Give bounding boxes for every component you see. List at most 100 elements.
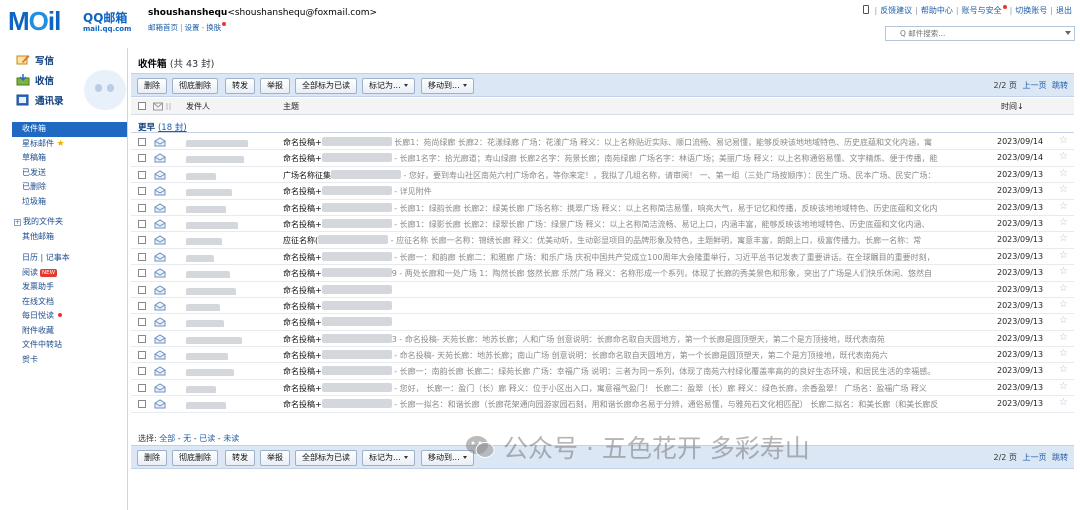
qq-mail-logo[interactable]: MOil QQ邮箱 mail.qq.com	[8, 6, 138, 38]
logout-link[interactable]: 退出	[1056, 6, 1072, 15]
star-icon[interactable]: ☆	[1059, 151, 1068, 162]
forward-button[interactable]: 转发	[225, 450, 255, 466]
mail-checkbox[interactable]	[138, 318, 146, 327]
mail-sender[interactable]	[186, 268, 276, 279]
folder-other-mailboxes[interactable]: 其他邮箱	[12, 230, 127, 245]
mail-row[interactable]: 命名投稿+ - 长廊1：绿韵长廊 长廊2：绿美长廊 广场名称：携翠广场 释义：以…	[131, 200, 1074, 216]
my-folders-toggle[interactable]: + 我的文件夹	[12, 215, 127, 230]
mail-row[interactable]: 命名投稿+ 长廊1：苑尚绿廊 长廊2：花漾绿廊 广场：花漾广场 释义：以上名称贴…	[131, 134, 1074, 151]
mail-checkbox[interactable]	[138, 351, 146, 360]
mail-row[interactable]: 命名投稿+ - 长廊1名字：拾光廊道；寿山绿廊 长廊2名字：苑景长廊；南苑绿廊 …	[131, 150, 1074, 167]
jump-page-link[interactable]: 跳转	[1052, 453, 1068, 462]
mail-subject[interactable]: 命名投稿+ - 长廊一拟名：和谐长廊（长廊花架通向园游家园石刻，用和谐长廊命名易…	[283, 399, 995, 410]
attachment-favorites-link[interactable]: 附件收藏	[12, 324, 127, 339]
greeting-cards-link[interactable]: 贺卡	[12, 353, 127, 368]
mail-row[interactable]: 命名投稿+ - 长廊一拟名：和谐长廊（长廊花架通向园游家园石刻，用和谐长廊命名易…	[131, 396, 1074, 413]
compose-button[interactable]: 写信	[16, 52, 54, 68]
mail-subject[interactable]: 命名投稿+ 3 - 命名投稿- 天苑长廊：地苏长廊；人和广场 创意说明：长廊命名取…	[283, 333, 995, 345]
skin-link[interactable]: 换肤	[206, 23, 221, 32]
settings-link[interactable]: 设置	[185, 23, 200, 32]
select-all-checkbox[interactable]	[138, 102, 146, 110]
mail-subject[interactable]: 命名投稿+	[283, 300, 995, 312]
delete-button[interactable]: 删除	[137, 78, 167, 94]
mail-row[interactable]: 命名投稿+ - 长廊1：绿影长廊 长廊2：绿翠长廊 广场：绿景广场 释义：以上名…	[131, 216, 1074, 233]
folder-starred[interactable]: 星标邮件 ★	[12, 137, 127, 152]
select-unread-link[interactable]: 未读	[223, 434, 239, 443]
help-link[interactable]: 帮助中心	[921, 6, 953, 15]
mail-checkbox[interactable]	[138, 170, 146, 179]
mail-sender[interactable]	[186, 383, 276, 393]
feedback-link[interactable]: 反馈建议	[880, 6, 912, 15]
mail-sender[interactable]	[186, 317, 276, 328]
mark-as-dropdown[interactable]: 标记为...	[362, 78, 415, 94]
mail-row[interactable]: 命名投稿+ - 长廊一：和韵廊 长廊二：和雅廊 广场：和乐广场 庆祝中国共产党成…	[131, 249, 1074, 266]
mail-checkbox[interactable]	[138, 138, 146, 146]
mail-checkbox[interactable]	[138, 367, 146, 376]
mail-sender[interactable]	[186, 186, 276, 197]
mail-subject[interactable]: 命名投稿+ - 长廊1名字：拾光廊道；寿山绿廊 长廊2名字：苑景长廊；南苑绿廊 …	[283, 153, 995, 164]
contacts-button[interactable]: 通讯录	[16, 92, 64, 108]
mail-checkbox[interactable]	[138, 236, 146, 245]
switch-account-link[interactable]: 切换账号	[1015, 6, 1047, 15]
mail-row[interactable]: 广场名称征集 - 您好，要到寿山社区南苑六村广场命名，等你来定！，我拟了几组名称…	[131, 167, 1074, 184]
mark-as-dropdown[interactable]: 标记为...	[362, 450, 415, 466]
mail-sender[interactable]	[186, 334, 276, 344]
star-icon[interactable]: ☆	[1059, 283, 1068, 294]
mail-sender[interactable]	[186, 219, 276, 229]
mail-search[interactable]	[885, 26, 1075, 41]
folder-sent[interactable]: 已发送	[12, 166, 127, 181]
invoice-assistant-link[interactable]: 发票助手	[12, 280, 127, 295]
mail-subject[interactable]: 应征名称( - 应征名称 长廊一名称：锦绣长廊 释义：优美动听，生动彰显项目的品…	[283, 235, 995, 246]
mail-checkbox[interactable]	[138, 154, 146, 163]
star-icon[interactable]: ☆	[1059, 332, 1068, 343]
mail-subject[interactable]: 命名投稿+ - 命名投稿- 天苑长廊：地苏长廊；南山广场 创意说明：长廊命名取自…	[283, 350, 995, 361]
mail-row[interactable]: 命名投稿+ 2023/09/13 ☆	[131, 314, 1074, 331]
mail-checkbox[interactable]	[138, 285, 146, 294]
column-time[interactable]: 时间↓	[1001, 101, 1024, 112]
mail-checkbox[interactable]	[138, 334, 146, 343]
star-icon[interactable]: ☆	[1059, 184, 1068, 195]
mail-checkbox[interactable]	[138, 219, 146, 228]
mail-sender[interactable]	[186, 285, 276, 295]
select-read-link[interactable]: 已读	[199, 434, 215, 443]
search-input[interactable]	[900, 28, 1060, 39]
chevron-down-icon[interactable]	[1065, 31, 1071, 35]
file-transfer-link[interactable]: 文件中转站	[12, 338, 127, 353]
mail-subject[interactable]: 命名投稿+ - 您好， 长廊一：盈门（长）廊 释义：位于小区出入口，寓意福气盈门…	[283, 382, 995, 394]
mail-sender[interactable]	[186, 170, 276, 180]
delete-button[interactable]: 删除	[137, 450, 167, 466]
mail-sender[interactable]	[186, 153, 276, 164]
mail-sender[interactable]	[186, 366, 276, 377]
mail-row[interactable]: 命名投稿+ - 详见附件 2023/09/13 ☆	[131, 183, 1074, 200]
mark-all-read-button[interactable]: 全部标为已读	[295, 78, 357, 94]
mail-row[interactable]: 命名投稿+ 3 - 命名投稿- 天苑长廊：地苏长廊；人和广场 创意说明：长廊命名取…	[131, 331, 1074, 348]
mail-row[interactable]: 命名投稿+ - 您好， 长廊一：盈门（长）廊 释义：位于小区出入口，寓意福气盈门…	[131, 380, 1074, 397]
star-icon[interactable]: ☆	[1059, 135, 1068, 146]
report-button[interactable]: 举报	[260, 450, 290, 466]
permanent-delete-button[interactable]: 彻底删除	[172, 78, 218, 94]
mail-subject[interactable]: 命名投稿+ - 详见附件	[283, 186, 995, 197]
mail-subject[interactable]: 命名投稿+ - 长廊1：绿影长廊 长廊2：绿翠长廊 广场：绿景广场 释义：以上名…	[283, 218, 995, 230]
mail-subject[interactable]: 命名投稿+	[283, 317, 995, 328]
jump-page-link[interactable]: 跳转	[1052, 81, 1068, 90]
star-icon[interactable]: ☆	[1059, 348, 1068, 359]
column-subject[interactable]: 主题	[283, 101, 299, 112]
prev-page-link[interactable]: 上一页	[1022, 81, 1046, 90]
column-sender[interactable]: 发件人	[186, 101, 210, 112]
star-icon[interactable]: ☆	[1059, 201, 1068, 212]
folder-deleted[interactable]: 已删除	[12, 180, 127, 195]
select-none-link[interactable]: 无	[183, 434, 191, 443]
permanent-delete-button[interactable]: 彻底删除	[172, 450, 218, 466]
move-to-dropdown[interactable]: 移动到...	[421, 78, 474, 94]
mail-home-link[interactable]: 邮箱首页	[148, 23, 178, 32]
mail-row[interactable]: 命名投稿+ - 长廊一：南韵长廊 长廊二：绿苑长廊 广场：幸福广场 说明：三者为…	[131, 363, 1074, 380]
mail-sender[interactable]	[186, 350, 276, 361]
mail-sender[interactable]	[186, 252, 276, 262]
star-icon[interactable]: ☆	[1059, 397, 1068, 408]
mail-subject[interactable]: 命名投稿+ 长廊1：苑尚绿廊 长廊2：花漾绿廊 广场：花漾广场 释义：以上名称贴…	[283, 137, 995, 148]
mail-sender[interactable]	[186, 137, 276, 147]
reading-link[interactable]: 阅读 NEW	[12, 266, 127, 281]
star-icon[interactable]: ☆	[1059, 168, 1068, 179]
mail-checkbox[interactable]	[138, 400, 146, 409]
mail-sender[interactable]	[186, 203, 276, 213]
